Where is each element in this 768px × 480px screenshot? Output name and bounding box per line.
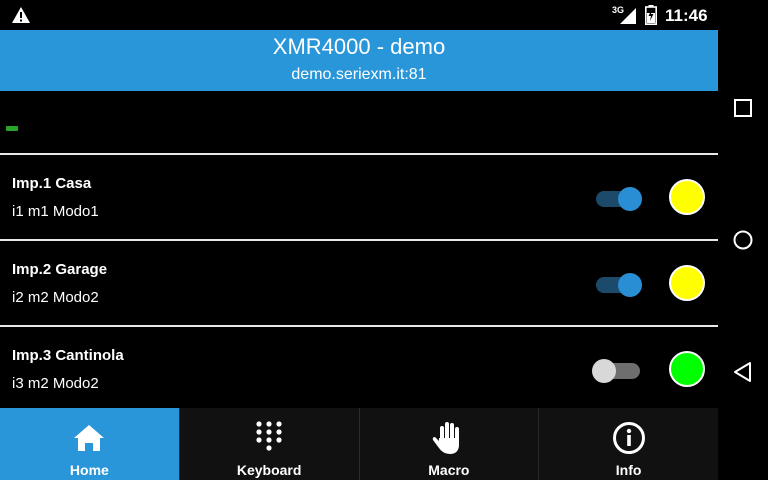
app-header: XMR4000 - demo demo.seriexm.it:81 <box>0 30 718 91</box>
tab-home[interactable]: Home <box>0 408 180 480</box>
tab-info[interactable]: Info <box>539 408 718 480</box>
connection-led <box>6 126 18 131</box>
bottom-navigation: Home Keyboard Macro Info <box>0 408 718 480</box>
toggle-switch[interactable] <box>596 273 642 297</box>
page-title: XMR4000 - demo <box>272 34 446 59</box>
info-icon <box>612 422 645 454</box>
hand-icon <box>432 422 459 454</box>
status-lamp <box>669 179 705 215</box>
home-icon <box>74 425 105 451</box>
keypad-icon <box>256 421 282 451</box>
row-title: Imp.1 Casa <box>12 175 92 192</box>
list-item[interactable]: Imp.2 Garage i2 m2 Modo2 <box>0 241 718 327</box>
server-address: demo.seriexm.it:81 <box>291 66 427 83</box>
tab-keyboard[interactable]: Keyboard <box>180 408 360 480</box>
tab-macro[interactable]: Macro <box>360 408 540 480</box>
system-navigation-bar <box>718 0 768 480</box>
status-lamp <box>669 265 705 301</box>
row-title: Imp.2 Garage <box>12 261 108 278</box>
list-item[interactable]: Imp.3 Cantinola i3 m2 Modo2 <box>0 327 718 408</box>
back-icon[interactable] <box>732 361 754 383</box>
toggle-switch[interactable] <box>596 187 642 211</box>
toggle-thumb <box>618 273 642 297</box>
signal-icon <box>620 8 636 24</box>
tab-label: Macro <box>428 462 470 478</box>
row-subtitle: i2 m2 Modo2 <box>12 289 99 306</box>
row-title: Imp.3 Cantinola <box>12 347 124 364</box>
status-bar: 3G 11:46 <box>0 0 718 30</box>
status-lamp <box>669 351 705 387</box>
tab-label: Keyboard <box>236 462 302 478</box>
battery-icon <box>645 5 657 25</box>
status-clock: 11:46 <box>665 6 708 25</box>
list-item[interactable]: Imp.1 Casa i1 m1 Modo1 <box>0 155 718 241</box>
signal-indicator: 3G <box>612 5 636 24</box>
connection-status-area <box>0 91 718 155</box>
toggle-thumb <box>592 359 616 383</box>
recents-icon[interactable] <box>732 97 754 119</box>
tab-label: Info <box>615 462 642 478</box>
toggle-thumb <box>618 187 642 211</box>
toggle-switch[interactable] <box>592 359 642 383</box>
tab-label: Home <box>69 462 109 478</box>
home-circle-icon[interactable] <box>732 229 754 251</box>
warning-icon <box>12 7 30 23</box>
row-subtitle: i3 m2 Modo2 <box>12 375 99 392</box>
row-subtitle: i1 m1 Modo1 <box>12 203 99 220</box>
